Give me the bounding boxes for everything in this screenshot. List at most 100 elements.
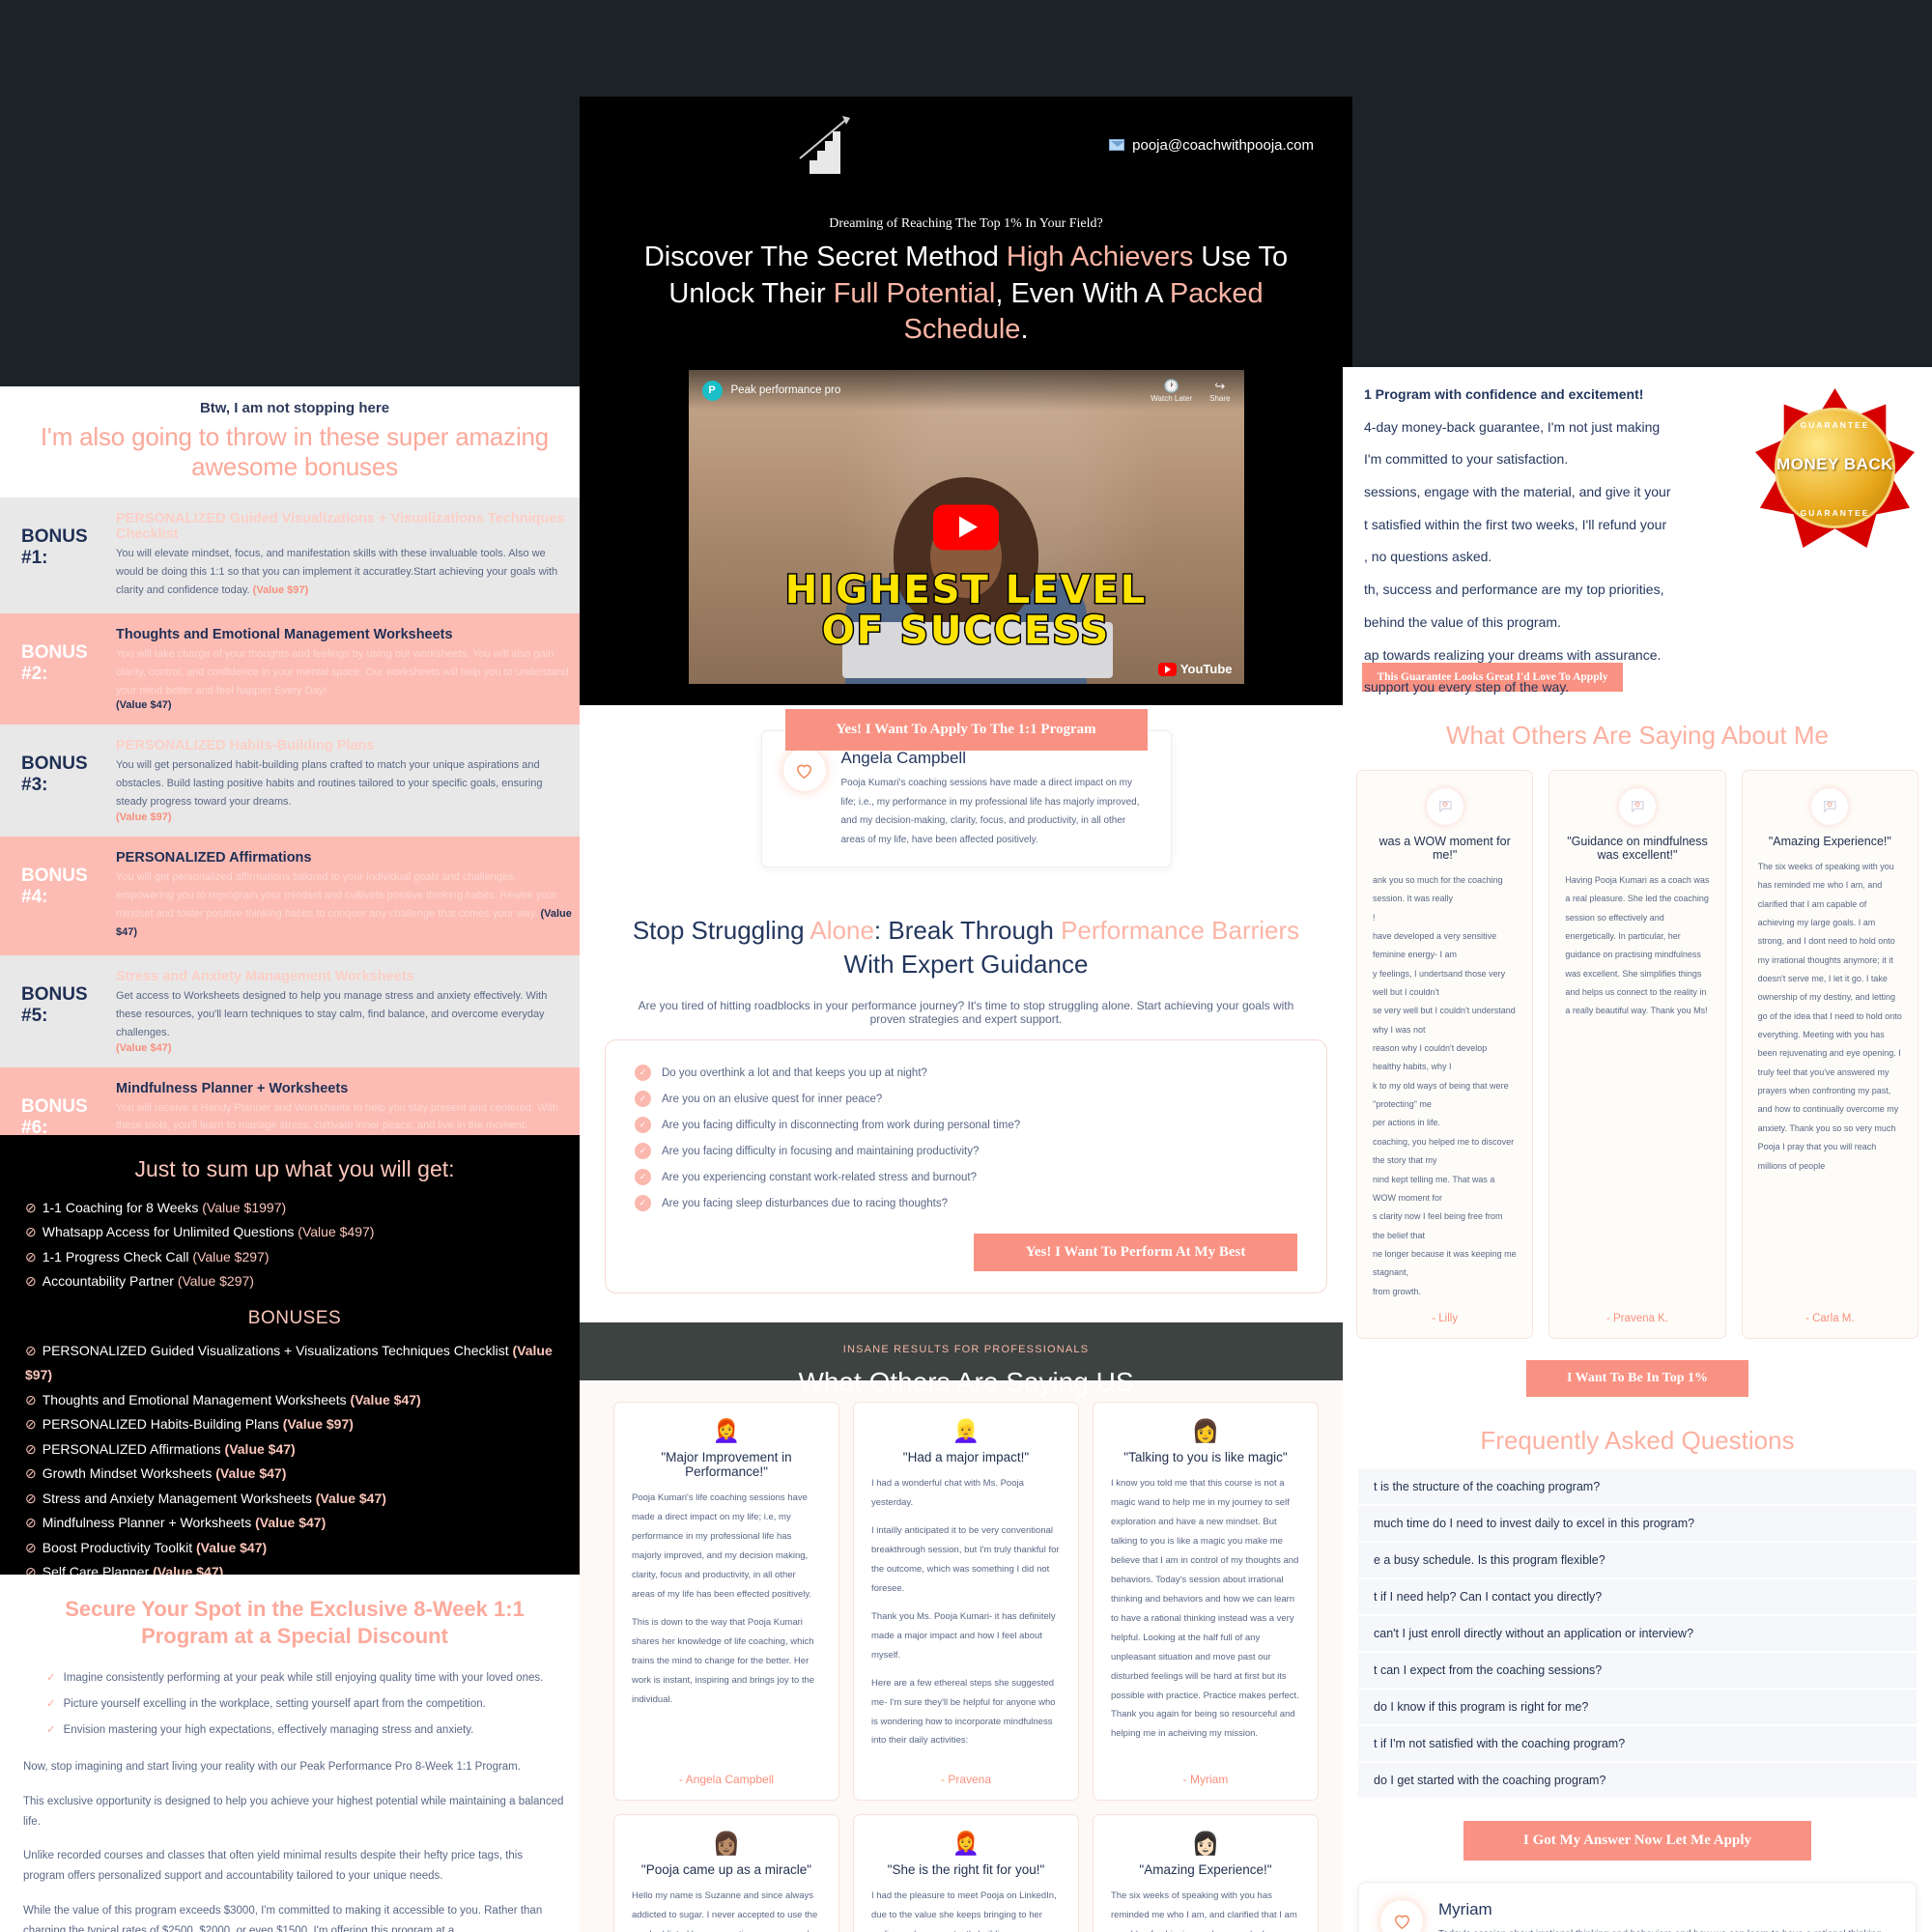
summary-item-value: (Value $1997) (202, 1200, 287, 1215)
faq-item[interactable]: can't I just enroll directly without an … (1358, 1615, 1917, 1653)
secure-paragraph-3: Unlike recorded courses and classes that… (23, 1850, 524, 1883)
faq-item[interactable]: do I get started with the coaching progr… (1358, 1762, 1917, 1800)
pain-point-text: Do you overthink a lot and that keeps yo… (662, 1066, 927, 1079)
share-button[interactable]: ↪ Share (1209, 379, 1230, 403)
testimonial-title: "Had a major impact!" (902, 1450, 1030, 1465)
summary-item: ⊘ Mindfulness Planner + Worksheets (Value… (25, 1511, 564, 1535)
summary-item: ⊘ Growth Mindset Worksheets (Value $47) (25, 1462, 564, 1486)
about-me-body: Having Pooja Kumari as a coach was a rea… (1565, 875, 1710, 1016)
check-icon: ⊘ (25, 1391, 37, 1407)
summary-bonus-heading: BONUSES (247, 1307, 342, 1328)
play-button-icon[interactable] (933, 504, 999, 551)
summary-item-label: PERSONALIZED Guided Visualizations + Vis… (42, 1342, 513, 1358)
share-icon: ↪ (1214, 378, 1226, 393)
youtube-play-icon (1157, 662, 1177, 676)
faq-item[interactable]: t can I expect from the coaching session… (1358, 1652, 1917, 1690)
video-caption: HIGHEST LEVEL OF SUCCESS (689, 569, 1244, 653)
faq-item[interactable]: t if I need help? Can I contact you dire… (1358, 1578, 1917, 1616)
pain-points-list: ✓ Do you overthink a lot and that keeps y… (635, 1060, 1297, 1216)
money-back-guarantee-badge-icon: GUARANTEE MONEY BACK GUARANTEE (1755, 388, 1915, 548)
bonus-header: Btw, I am not stopping here I'm also goi… (0, 386, 589, 497)
testimonial-content: Angela Campbell Pooja Kumari's coaching … (841, 749, 1150, 849)
clock-icon: 🕐 (1163, 378, 1179, 393)
struggle-heading: Stop Struggling Alone: Break Through Per… (618, 914, 1314, 981)
faq-item[interactable]: t if I'm not satisfied with the coaching… (1358, 1725, 1917, 1763)
brand-logo-icon (792, 114, 856, 176)
testimonial-author: - Pravena (940, 1773, 992, 1787)
testimonial-card: 👩‍🦰 "She is the right fit for you!" I had … (853, 1814, 1079, 1932)
bonus-name: PERSONALIZED Habits-Building Plans (116, 738, 375, 754)
hero-topbar: pooja@coachwithpooja.com (618, 114, 1314, 176)
pain-point-text: Are you on an elusive quest for inner pe… (662, 1093, 883, 1105)
faq-item[interactable]: do I know if this program is right for m… (1358, 1689, 1917, 1726)
bonus-body: Stress and Anxiety Management Worksheets… (116, 969, 574, 1054)
secure-bullet: ✓ Picture yourself excelling in the workp… (46, 1691, 566, 1718)
summary-item-label: Stress and Anxiety Management Worksheets (42, 1490, 316, 1506)
page-root: Btw, I am not stopping here I'm also goi… (0, 0, 1932, 1932)
hero-h1-b: High Achievers (1006, 242, 1194, 272)
struggle-h2-e: With Expert Guidance (843, 950, 1089, 980)
results-kicker: INSANE RESULTS FOR PROFESSIONALS (842, 1344, 1090, 1356)
pain-point-item: ✓ Are you facing difficulty in disconnect… (635, 1112, 1297, 1138)
about-me-title: "Amazing Experience!" (1768, 835, 1891, 848)
guarantee-line: behind the value of this program. (1364, 613, 1561, 630)
footer-testimonial-content: Myriam Today's session about irrational … (1438, 1900, 1894, 1932)
bonus-name: Mindfulness Planner + Worksheets (116, 1080, 349, 1096)
about-me-body: ank you so much for the coaching session… (1373, 875, 1517, 1296)
faq-item[interactable]: much time do I need to invest daily to e… (1358, 1505, 1917, 1543)
testimonial-body: The six weeks of speaking with you has r… (1111, 1890, 1297, 1932)
bonus-number: BONUS #4: (21, 866, 88, 908)
faq-apply-button[interactable]: I Got My Answer Now Let Me Apply (1463, 1820, 1811, 1861)
check-icon: ✓ (46, 1672, 56, 1685)
secure-paragraph-2: This exclusive opportunity is designed t… (23, 1795, 564, 1828)
check-circle-icon: ✓ (635, 1143, 651, 1160)
about-me-heading: What Others Are Saying About Me (1446, 721, 1829, 750)
contact-email[interactable]: pooja@coachwithpooja.com (1109, 137, 1314, 154)
pain-points-box: ✓ Do you overthink a lot and that keeps y… (605, 1039, 1327, 1294)
bonus-number: BONUS #3: (21, 753, 88, 796)
bonus-name: Thoughts and Emotional Management Worksh… (116, 626, 453, 642)
bonus-value: (Value $97) (116, 811, 172, 824)
testimonial-card: 👩🏽 "Pooja came up as a miracle" Hello my n… (613, 1814, 839, 1932)
bonus-row: BONUS #1: PERSONALIZED Guided Visualizati… (0, 497, 589, 613)
pain-point-item: ✓ Are you experiencing constant work-rela… (635, 1164, 1297, 1190)
summary-item-label: 1-1 Coaching for 8 Weeks (42, 1200, 203, 1215)
avatar-emoji-icon: 👱‍♀️ (952, 1418, 980, 1444)
about-me-author: - Carla M. (1805, 1312, 1855, 1324)
results-body: 👩‍🦰 "Major Improvement in Performance!" Po… (580, 1380, 1352, 1932)
about-me-body: The six weeks of speaking with you has r… (1757, 862, 1902, 1171)
perform-best-button-1[interactable]: Yes! I Want To Perform At My Best (974, 1234, 1297, 1272)
hero-video-player[interactable]: P Peak performance pro 🕐 Watch Later ↪ Sha… (688, 370, 1244, 685)
badge-top-text: GUARANTEE (1800, 420, 1870, 430)
badge-bottom-text: GUARANTEE (1800, 507, 1870, 518)
watch-later-label: Watch Later (1151, 393, 1193, 403)
guarantee-section: 1 Program with confidence and excitement… (1343, 367, 1932, 695)
pain-point-text: Are you facing sleep disturbances due to… (662, 1197, 948, 1209)
secure-bullet-text: Picture yourself excelling in the workpl… (63, 1698, 486, 1711)
summary-bonus-list: ⊘ PERSONALIZED Guided Visualizations + Vi… (25, 1339, 564, 1585)
avatar-emoji-icon: 👩‍🦰 (712, 1418, 741, 1444)
faq-item[interactable]: e a busy schedule. Is this program flexi… (1358, 1542, 1917, 1579)
top-one-percent-button[interactable]: I Want To Be In Top 1% (1526, 1359, 1748, 1397)
testimonial-title: "Amazing Experience!" (1139, 1862, 1272, 1878)
bonus-value: (Value $47) (116, 699, 172, 712)
watch-later-button[interactable]: 🕐 Watch Later (1151, 379, 1192, 403)
pain-point-text: Are you facing difficulty in disconnecti… (662, 1119, 1021, 1131)
hero-apply-button[interactable]: Yes! I Want To Apply To The 1:1 Program (784, 709, 1148, 752)
bonus-description: You will get personalized affirmations t… (116, 871, 572, 938)
testimonial-title: "Major Improvement in Performance!" (661, 1450, 792, 1480)
pain-point-item: ✓ Are you on an elusive quest for inner p… (635, 1086, 1297, 1112)
bonus-row: BONUS #3: PERSONALIZED Habits-Building Pl… (0, 724, 589, 838)
faq-item[interactable]: t is the structure of the coaching progr… (1358, 1468, 1917, 1506)
bonus-body: PERSONALIZED Affirmations You will get pe… (116, 850, 574, 942)
hero-headline: Discover The Secret Method High Achiever… (618, 240, 1314, 349)
about-me-title: "Guidance on mindfulness was excellent!" (1567, 835, 1708, 862)
mail-icon (1109, 139, 1125, 151)
hero-h1-g: . (1020, 314, 1029, 346)
avatar-emoji-icon: 👩🏻 (1191, 1831, 1220, 1857)
channel-name[interactable]: Peak performance pro (731, 384, 841, 396)
summary-item-label: Mindfulness Planner + Worksheets (42, 1515, 256, 1531)
testimonial-body: Hello my name is Suzanne and since alway… (632, 1890, 819, 1932)
secure-paragraph-4: While the value of this program exceeds … (23, 1904, 543, 1932)
check-circle-icon: ✓ (635, 1169, 651, 1186)
